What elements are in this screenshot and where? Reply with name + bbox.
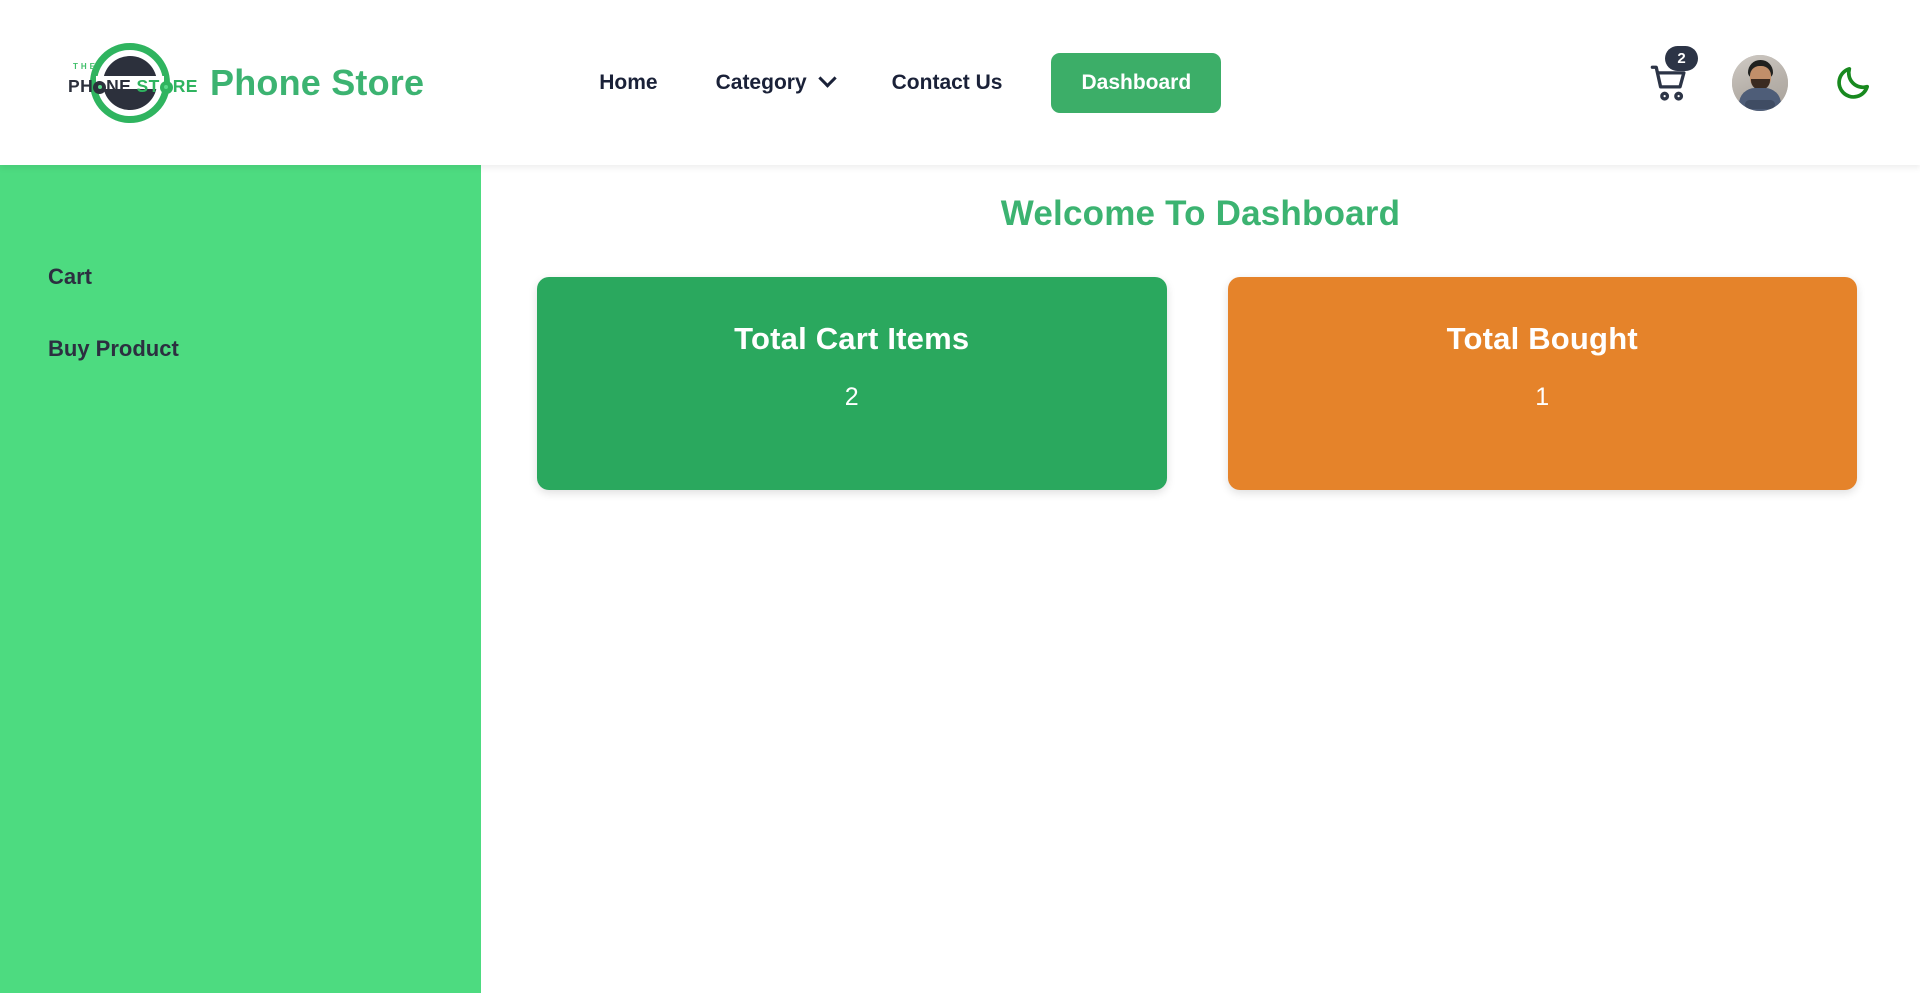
site-header: THE PH NE ST RE Phone Store Home Category …	[0, 0, 1920, 165]
nav-home[interactable]: Home	[570, 71, 686, 95]
sidebar-item-buy-product[interactable]: Buy Product	[0, 313, 481, 385]
cart-button[interactable]: 2	[1648, 45, 1698, 104]
logo-wordmark: PH NE ST RE	[68, 76, 198, 97]
sidebar-item-cart-label: Cart	[48, 264, 93, 289]
cart-badge-count: 2	[1665, 45, 1698, 71]
logo-st-text: ST	[136, 75, 160, 96]
nav-contact-us-label: Contact Us	[891, 70, 1003, 94]
theme-toggle-button[interactable]	[1830, 60, 1876, 106]
chevron-down-icon	[817, 69, 837, 88]
stat-card-total-cart-items[interactable]: Total Cart Items 2	[537, 277, 1167, 490]
stat-card-total-cart-items-value: 2	[844, 383, 859, 411]
logo-the-text: THE	[73, 61, 98, 71]
nav-category-label: Category	[715, 70, 807, 94]
avatar[interactable]	[1732, 54, 1788, 111]
stat-card-total-bought-value: 1	[1535, 383, 1550, 411]
dashboard-sidebar: Cart Buy Product	[0, 165, 481, 993]
main-navigation: Home Category Contact Us Dashboard	[570, 52, 1222, 113]
logo-ne-text: NE	[106, 75, 132, 96]
stat-cards-row: Total Cart Items 2 Total Bought 1	[481, 234, 1920, 490]
sidebar-item-cart[interactable]: Cart	[0, 241, 481, 313]
brand-block[interactable]: THE PH NE ST RE Phone Store	[66, 40, 424, 126]
nav-contact-us[interactable]: Contact Us	[863, 71, 1032, 95]
header-actions: 2	[1648, 0, 1876, 165]
nav-category[interactable]: Category	[687, 69, 863, 95]
avatar-arms	[1745, 99, 1775, 109]
stat-card-total-bought[interactable]: Total Bought 1	[1227, 277, 1857, 490]
stat-card-total-cart-items-title: Total Cart Items	[734, 321, 970, 356]
dashboard-main: Welcome To Dashboard Total Cart Items 2 …	[481, 165, 1920, 996]
dashboard-button[interactable]: Dashboard	[1051, 52, 1222, 113]
stat-card-total-bought-title: Total Bought	[1446, 321, 1638, 356]
logo-re-text: RE	[172, 75, 198, 96]
page-title: Welcome To Dashboard	[1000, 194, 1401, 233]
nav-home-label: Home	[599, 70, 658, 94]
brand-title: Phone Store	[210, 61, 425, 103]
sidebar-item-buy-product-label: Buy Product	[48, 336, 179, 361]
moon-icon	[1837, 66, 1869, 99]
logo-lens-icon-2	[159, 80, 173, 94]
logo-lens-icon-1	[93, 80, 107, 94]
phone-store-logo-icon: THE PH NE ST RE	[66, 40, 197, 126]
logo-ph-text: PH	[68, 75, 94, 96]
